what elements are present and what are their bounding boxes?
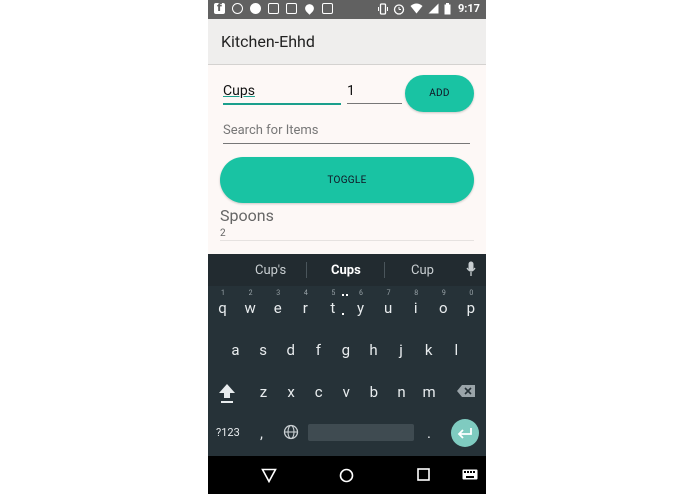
key-s[interactable]: s [250,341,277,359]
key-y[interactable]: y [347,299,374,317]
key-v[interactable]: v [333,383,360,401]
key-l[interactable]: l [443,341,470,359]
search-input[interactable]: Search for Items [223,123,470,144]
quantity-input[interactable]: 1 [347,83,402,104]
item-name-input[interactable]: Cups [223,83,341,105]
hangouts-icon [232,3,243,14]
suggestion-divider [384,262,385,278]
key-m[interactable]: m [416,383,443,401]
navigation-bar [208,456,486,494]
clock: 9:17 [457,2,480,15]
backspace-icon[interactable] [456,384,476,398]
alarm-icon [393,3,405,15]
key-hint: 8 [414,289,419,297]
keyboard-switch-icon[interactable] [462,469,478,480]
image-icon [268,3,279,14]
key-j[interactable]: j [388,341,415,359]
key-hint: 9 [441,289,446,297]
globe-icon[interactable] [283,424,299,440]
period-key[interactable]: . [427,424,431,442]
key-hint: 4 [303,289,308,297]
key-z[interactable]: z [250,383,277,401]
key-o[interactable]: o [430,299,457,317]
key-hint: 6 [359,289,363,297]
back-icon[interactable] [261,468,277,483]
shift-icon[interactable] [218,383,236,403]
suggestion-center[interactable]: Cups [331,263,361,278]
key-g[interactable]: g [332,341,359,359]
item-name: Spoons [220,206,274,225]
battery-icon [444,2,451,14]
app-bar: Kitchen-Ehhd [208,19,486,65]
status-bar: 9:17 [208,0,486,19]
key-a[interactable]: a [222,341,249,359]
comma-key[interactable]: , [260,424,263,442]
enter-icon [457,428,472,439]
messenger-icon [250,3,261,14]
key-hint: 1 [221,289,225,297]
suggestion-divider [306,262,307,278]
key-c[interactable]: c [305,383,332,401]
key-hint: 2 [248,289,253,297]
key-b[interactable]: b [360,383,387,401]
key-p[interactable]: p [457,299,484,317]
vibrate-icon [377,2,388,15]
key-e[interactable]: e [264,299,291,317]
list-item[interactable]: Spoons 2 [220,205,474,241]
message-icon [286,3,297,14]
key-n[interactable]: n [388,383,415,401]
key-i[interactable]: i [402,299,429,317]
key-r[interactable]: r [292,299,319,317]
notification-icons [214,1,333,15]
key-t[interactable]: t [319,299,346,317]
space-bar[interactable] [308,424,414,441]
soft-keyboard: Cup's Cups Cup q 1 w 2 e 3 r 4 t 5 y 6 u 7 i 8 o 9 p 0 asdfg… [208,254,486,456]
key-hint: 0 [469,289,474,297]
more-suggestions-indicator [342,281,352,315]
key-w[interactable]: w [237,299,264,317]
wifi-icon [410,3,423,14]
key-x[interactable]: x [278,383,305,401]
item-name-value: Cups [223,83,255,99]
symbols-key[interactable]: ?123 [216,426,240,439]
key-hint: 5 [331,289,336,297]
phone-screen: 9:17 Kitchen-Ehhd Cups 1 ADD Search for … [208,0,486,494]
key-hint: 3 [276,289,281,297]
app-title: Kitchen-Ehhd [221,32,315,51]
key-h[interactable]: h [360,341,387,359]
system-icons: 9:17 [377,2,480,15]
facebook-icon [214,1,225,14]
key-hint: 7 [386,289,391,297]
android-icon [303,2,316,15]
signal-icon [428,3,439,14]
add-button[interactable]: ADD [405,75,474,112]
photo-icon [322,3,333,14]
key-d[interactable]: d [277,341,304,359]
enter-button[interactable] [451,419,479,447]
key-f[interactable]: f [305,341,332,359]
key-q[interactable]: q [209,299,236,317]
suggestion-strip: Cup's Cups Cup [208,254,486,315]
key-k[interactable]: k [415,341,442,359]
suggestion-left[interactable]: Cup's [255,263,286,278]
toggle-button[interactable]: TOGGLE [220,157,474,203]
suggestion-right[interactable]: Cup [411,263,434,278]
item-count: 2 [220,228,226,239]
microphone-icon[interactable] [466,261,476,277]
recents-icon[interactable] [417,468,430,481]
key-u[interactable]: u [375,299,402,317]
home-icon[interactable] [339,468,354,483]
